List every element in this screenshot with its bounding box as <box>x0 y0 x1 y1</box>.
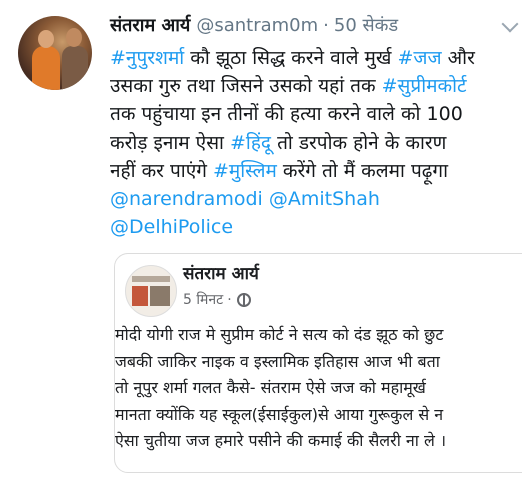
post-text-line: मानता क्योंकि यह स्कूल(ईसाईकुल)से आया गु… <box>115 404 444 424</box>
tweet-text-segment: नहीं कर पाएंगे <box>110 159 213 182</box>
tweet-text-line: नहीं कर पाएंगे #मुस्लिम करेंगे तो मैं कल… <box>110 157 515 185</box>
post-text-line: ऐसा चुतीया जज हमारे पसीने की कमाई की सैल… <box>115 431 447 450</box>
tweet-timestamp[interactable]: 50 सेकंड <box>334 13 398 37</box>
post-text-line: जबकी जाकिर नाइक व इस्लामिक इतिहास आज भी … <box>115 351 440 371</box>
tweet-text-line: करोड़ इनाम ऐसा #हिंदू तो डरपोक होने के क… <box>110 129 515 157</box>
hashtag-link[interactable]: #जज <box>397 47 441 69</box>
tweet-header: संतराम आर्य @santram0m · 50 सेकंड <box>110 12 502 38</box>
tweet-text-segment: उसका गुरु तथा जिसने उसको यहां तक <box>110 75 382 98</box>
avatar-figure-face <box>38 30 54 48</box>
post-text-line: मोदी योगी राज मे सुप्रीम कोर्ट ने सत्य क… <box>115 325 444 344</box>
tweet-text-segment: करेंगे तो मैं कलमा पढ़ूगा <box>276 159 449 182</box>
hashtag-link[interactable]: #हिंदू <box>230 132 271 154</box>
tweet-text-segment: कौ झूठा सिद्ध करने वाले मुर्ख <box>184 47 398 69</box>
tweet-text-line: #नुपुरशर्मा कौ झूठा सिद्ध करने वाले मुर्… <box>110 44 515 72</box>
post-time: 5 मिनट <box>183 292 224 308</box>
post-text-line: तो नूपुर शर्मा गलत कैसे- संतराम ऐसे जज क… <box>115 378 426 397</box>
quoted-facebook-post[interactable]: संतराम आर्य 5 मिनट · मोदी योगी राज मे सु… <box>114 253 522 473</box>
tweet-text: #नुपुरशर्मा कौ झूठा सिद्ध करने वाले मुर्… <box>110 44 515 241</box>
mention-link[interactable]: @narendramodi <box>110 188 263 210</box>
avatar-figure2-face <box>66 28 82 47</box>
post-meta: 5 मिनट · <box>183 290 251 309</box>
post-author-name[interactable]: संतराम आर्य <box>183 261 259 284</box>
avatar-figure2-shirt <box>62 46 88 90</box>
chevron-down-icon[interactable] <box>501 15 519 33</box>
avatar-figure-robe <box>32 46 60 90</box>
post-text: मोदी योगी राज मे सुप्रीम कोर्ट ने सत्य क… <box>115 322 522 455</box>
tweet-text-line: उसका गुरु तथा जिसने उसको यहां तक #सुप्री… <box>110 72 515 100</box>
mention-link[interactable]: @DelhiPolice <box>110 216 233 238</box>
tweet-text-segment: तो डरपोक होने के कारण <box>271 131 447 154</box>
tweet-text-segment: करोड़ इनाम ऐसा <box>110 131 230 154</box>
post-meta-separator: · <box>227 291 232 308</box>
tweet-text-line: तक पहुंचाया इन तीनों की हत्या करने वाले … <box>110 100 515 128</box>
tweet-text-line: @DelhiPolice <box>110 213 515 241</box>
tweet-text-line: @narendramodi @AmitShah <box>110 185 515 213</box>
meta-separator: · <box>323 14 329 36</box>
post-author-avatar[interactable] <box>125 265 177 317</box>
author-handle[interactable]: @santram0m <box>196 15 318 36</box>
tweet-text-segment: तक पहुंचाया इन तीनों की हत्या करने वाले … <box>110 103 463 126</box>
hashtag-link[interactable]: #नुपुरशर्मा <box>110 47 184 69</box>
profile-avatar[interactable] <box>18 16 92 90</box>
hashtag-link[interactable]: #सुप्रीमकोर्ट <box>382 75 467 97</box>
author-name[interactable]: संतराम आर्य <box>110 13 190 37</box>
globe-icon <box>236 292 251 307</box>
hashtag-link[interactable]: #मुस्लिम <box>213 160 277 182</box>
tweet-text-segment: और <box>441 47 475 69</box>
mention-link[interactable]: @AmitShah <box>269 188 380 210</box>
